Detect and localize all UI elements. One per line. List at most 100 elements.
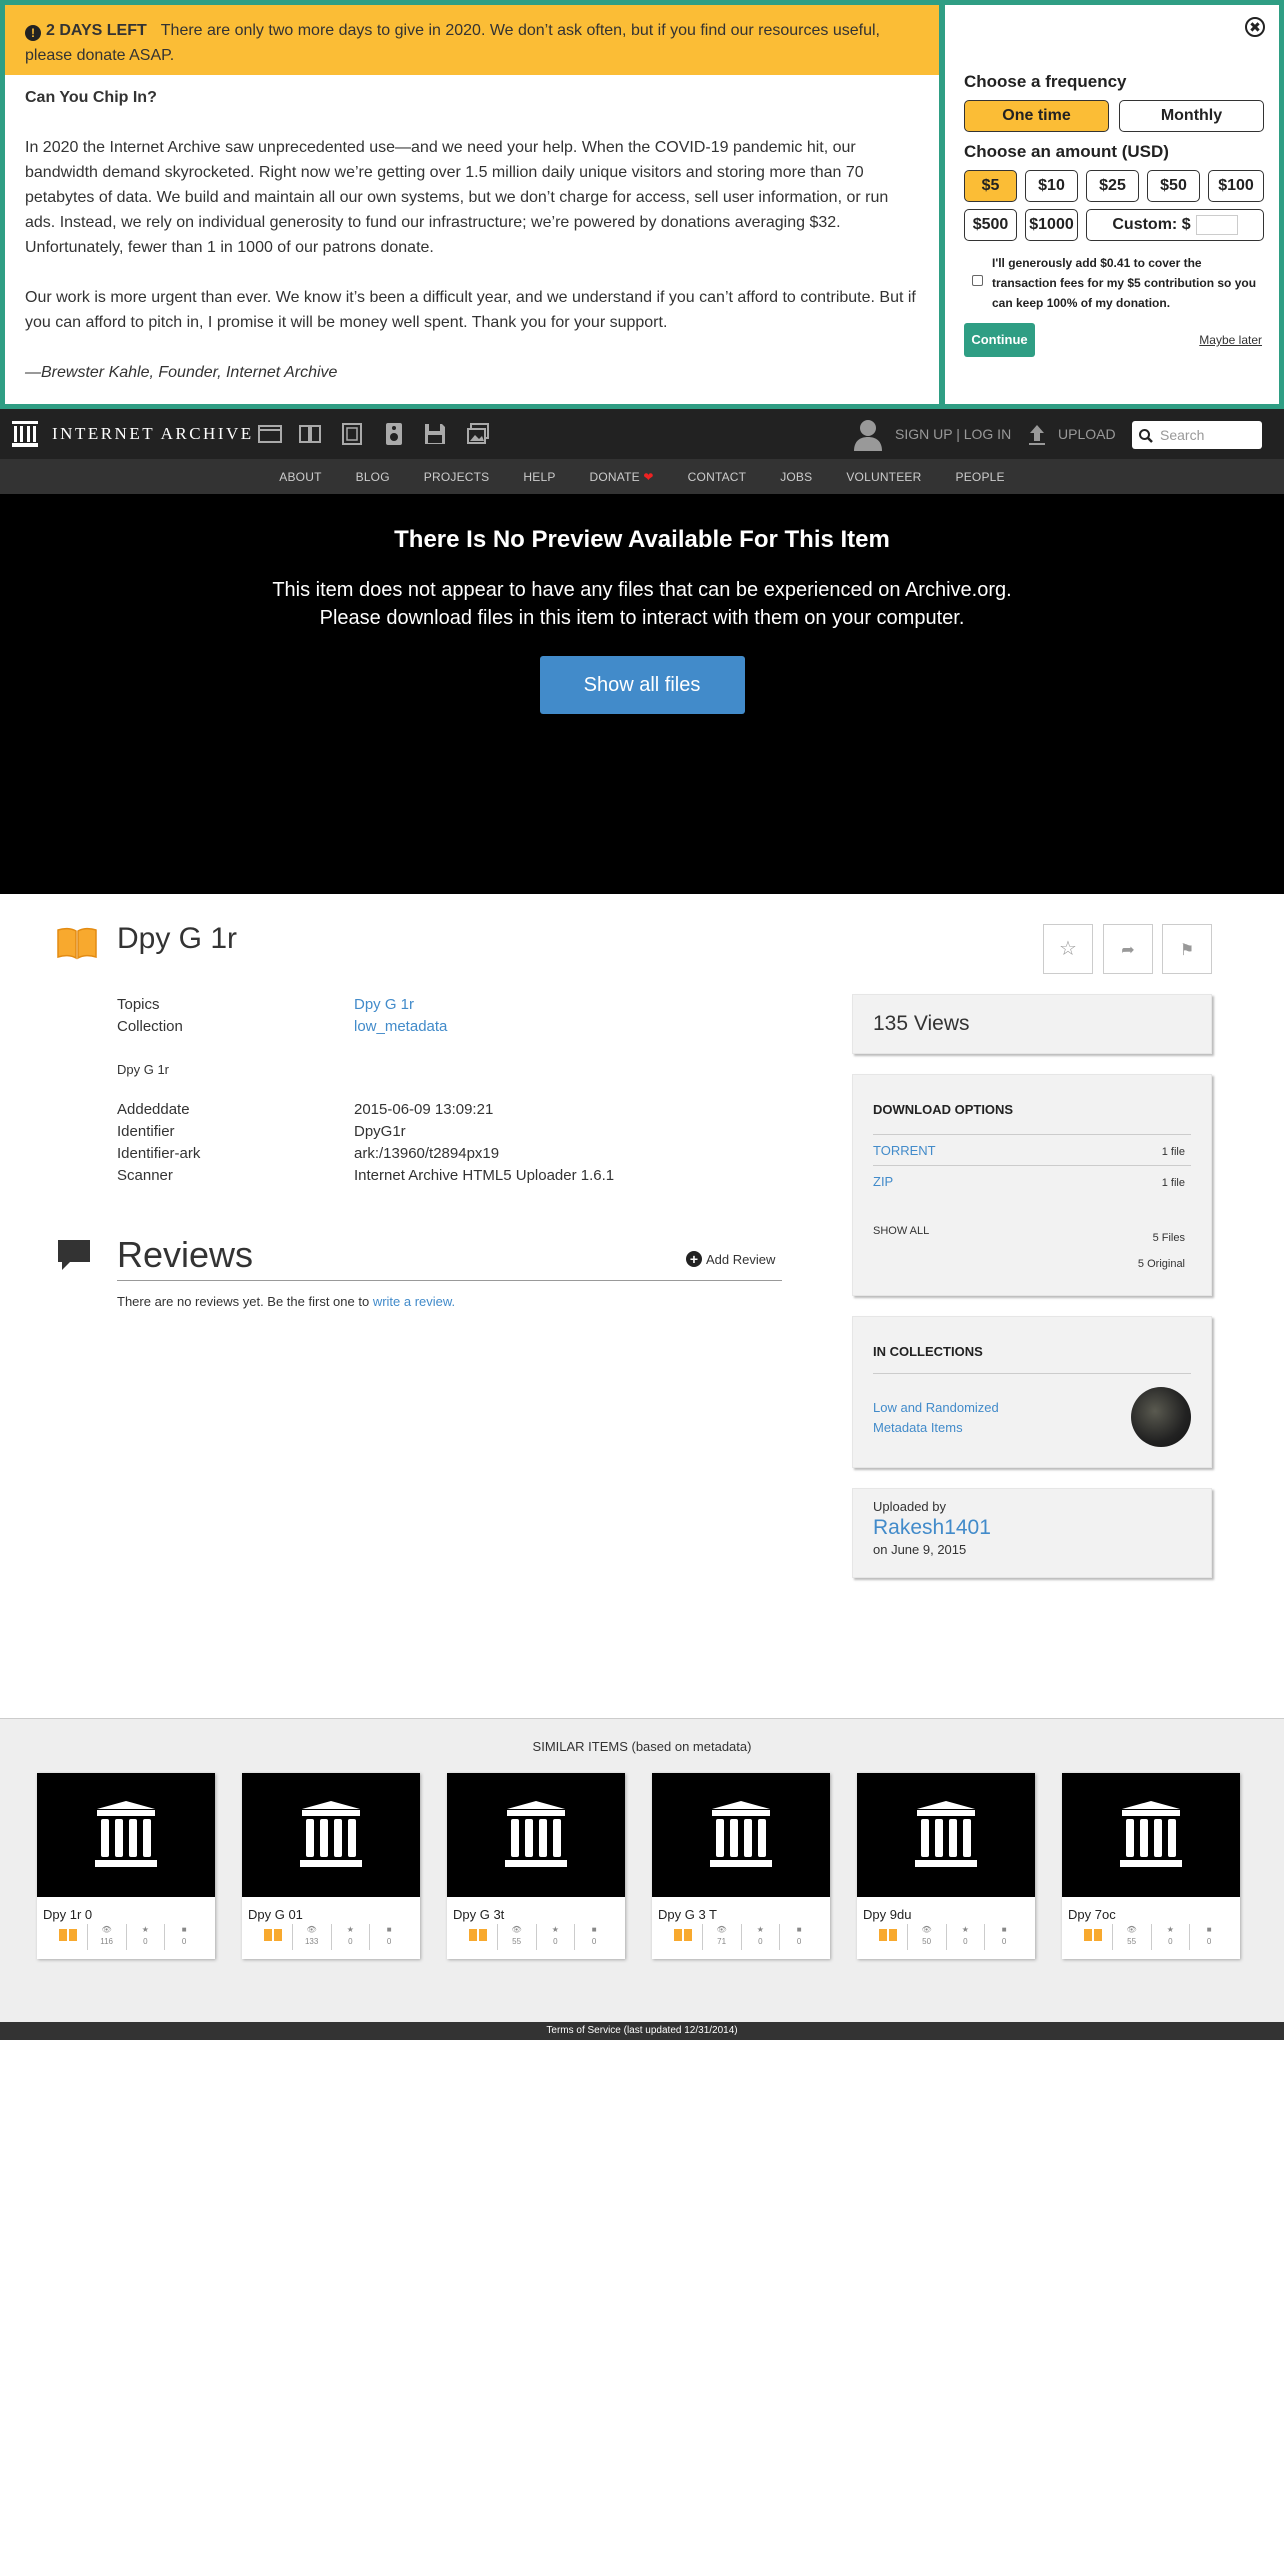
similar-item-views-count: 133 [304, 1937, 319, 1946]
nav-projects[interactable]: PROJECTS [424, 470, 490, 484]
similar-item-title[interactable]: Dpy G 3 T [652, 1897, 830, 1924]
similar-item-tile[interactable]: Dpy 1r 0 👁 116 ★ 0 ■ 0 [37, 1773, 215, 1959]
similar-item-views: 👁 71 [703, 1924, 742, 1950]
similar-item-thumbnail[interactable] [447, 1773, 625, 1897]
custom-amount-input[interactable] [1195, 214, 1238, 235]
texts-icon[interactable] [298, 422, 322, 446]
nav-volunteer[interactable]: VOLUNTEER [846, 470, 921, 484]
amount-100-button[interactable]: $100 [1208, 170, 1264, 202]
cover-fees-checkbox[interactable] [972, 275, 983, 286]
audio-icon[interactable] [382, 422, 406, 446]
amount-500-button[interactable]: $500 [964, 209, 1017, 241]
similar-item-thumbnail[interactable] [1062, 1773, 1240, 1897]
video-icon[interactable] [340, 422, 364, 446]
add-review-button[interactable]: + Add Review [686, 1251, 775, 1267]
similar-item-tile[interactable]: Dpy G 3t 👁 55 ★ 0 ■ 0 [447, 1773, 625, 1959]
download-torrent-link[interactable]: TORRENT [873, 1143, 936, 1158]
show-all-files-button[interactable]: Show all files [539, 656, 745, 714]
similar-item-tile[interactable]: Dpy G 3 T 👁 71 ★ 0 ■ 0 [652, 1773, 830, 1959]
show-all-downloads-link[interactable]: SHOW ALL [873, 1225, 929, 1237]
similar-item-tile[interactable]: Dpy 9du 👁 50 ★ 0 ■ 0 [857, 1773, 1035, 1959]
nav-donate[interactable]: DONATE ❤ [590, 470, 654, 484]
nav-about[interactable]: ABOUT [279, 470, 321, 484]
amount-10-button[interactable]: $10 [1025, 170, 1078, 202]
similar-item-reviews-count: 0 [796, 1937, 802, 1946]
similar-item-views: 👁 116 [88, 1924, 127, 1950]
frequency-one-time-button[interactable]: One time [964, 100, 1109, 132]
frequency-monthly-button[interactable]: Monthly [1119, 100, 1264, 132]
nav-people[interactable]: PEOPLE [956, 470, 1005, 484]
similar-item-views-count: 71 [717, 1937, 727, 1946]
similar-item-views: 👁 133 [293, 1924, 332, 1950]
similar-item-title[interactable]: Dpy 1r 0 [37, 1897, 215, 1924]
alert-icon: ! [25, 25, 41, 41]
similar-item-favs-count: 0 [1168, 1937, 1173, 1946]
logo-text: INTERNET ARCHIVE [52, 424, 254, 443]
similar-item-thumbnail[interactable] [652, 1773, 830, 1897]
similar-item-title[interactable]: Dpy 9du [857, 1897, 1035, 1924]
similar-item-thumbnail[interactable] [857, 1773, 1035, 1897]
archive-building-icon [710, 1801, 772, 1867]
software-icon[interactable] [423, 422, 447, 446]
archive-building-icon [12, 421, 38, 447]
nav-jobs[interactable]: JOBS [780, 470, 812, 484]
amount-1000-button[interactable]: $1000 [1025, 209, 1078, 241]
similar-items-heading: SIMILAR ITEMS (based on metadata) [532, 1739, 752, 1754]
nav-contact[interactable]: CONTACT [688, 470, 747, 484]
no-reviews-message: There are no reviews yet. Be the first o… [117, 1294, 455, 1309]
continue-button[interactable]: Continue [964, 323, 1035, 357]
upload-icon[interactable] [1028, 423, 1046, 445]
amount-25-button[interactable]: $25 [1086, 170, 1139, 202]
upload-link[interactable]: UPLOAD [1058, 426, 1116, 442]
similar-item-views-count: 55 [512, 1937, 522, 1946]
eye-icon: 👁 [511, 1925, 522, 1934]
flag-button[interactable]: ⚑ [1162, 924, 1212, 974]
uploader-link[interactable]: Rakesh1401 [873, 1516, 1191, 1540]
comment-icon: ■ [1001, 1925, 1007, 1934]
similar-item-favs: ★ 0 [332, 1924, 371, 1950]
download-row-torrent[interactable]: TORRENT 1 file [873, 1134, 1191, 1165]
comment-icon: ■ [796, 1925, 802, 1934]
amount-50-button[interactable]: $50 [1147, 170, 1200, 202]
similar-item-title[interactable]: Dpy G 01 [242, 1897, 420, 1924]
web-icon[interactable] [258, 422, 282, 446]
similar-item-stats: 👁 71 ★ 0 ■ 0 [664, 1924, 818, 1950]
share-button[interactable]: ➦ [1103, 924, 1153, 974]
add-review-label: Add Review [706, 1251, 776, 1267]
download-zip-link[interactable]: ZIP [873, 1174, 893, 1189]
maybe-later-link[interactable]: Maybe later [1199, 333, 1262, 347]
star-icon: ★ [346, 1925, 354, 1934]
close-banner-button[interactable]: ✖ [1245, 17, 1265, 37]
collection-thumbnail[interactable] [1131, 1387, 1191, 1447]
similar-item-reviews: ■ 0 [370, 1924, 408, 1950]
similar-item-title[interactable]: Dpy 7oc [1062, 1897, 1240, 1924]
topics-link[interactable]: Dpy G 1r [354, 996, 414, 1013]
sub-navigation: ABOUT BLOG PROJECTS HELP DONATE ❤ CONTAC… [0, 459, 1284, 494]
search-icon [1139, 429, 1153, 443]
nav-help[interactable]: HELP [523, 470, 555, 484]
terms-of-service-link[interactable]: Terms of Service (last updated 12/31/201… [546, 2025, 737, 2036]
custom-amount-field[interactable]: Custom: $ [1086, 209, 1264, 241]
nav-blog[interactable]: BLOG [356, 470, 390, 484]
reviews-heading: Reviews [117, 1234, 254, 1275]
amount-5-button[interactable]: $5 [964, 170, 1017, 202]
similar-item-reviews: ■ 0 [575, 1924, 613, 1950]
site-logo[interactable]: INTERNET ARCHIVE [12, 421, 254, 447]
flag-icon: ⚑ [1179, 942, 1195, 959]
signup-login-link[interactable]: SIGN UP | LOG IN [895, 426, 1011, 442]
similar-item-tile[interactable]: Dpy 7oc 👁 55 ★ 0 ■ 0 [1062, 1773, 1240, 1959]
images-icon[interactable] [466, 422, 490, 446]
collection-link[interactable]: low_metadata [354, 1018, 447, 1035]
collection-item-link[interactable]: Low and Randomized Metadata Items [873, 1398, 1053, 1438]
download-row-zip[interactable]: ZIP 1 file [873, 1165, 1191, 1196]
similar-item-views: 👁 55 [498, 1924, 537, 1950]
favorite-button[interactable]: ☆ [1043, 924, 1093, 974]
similar-item-type [869, 1924, 908, 1950]
write-review-link[interactable]: write a review. [373, 1294, 455, 1309]
similar-item-thumbnail[interactable] [37, 1773, 215, 1897]
similar-item-reviews: ■ 0 [780, 1924, 818, 1950]
user-icon[interactable] [853, 419, 883, 451]
similar-item-thumbnail[interactable] [242, 1773, 420, 1897]
similar-item-tile[interactable]: Dpy G 01 👁 133 ★ 0 ■ 0 [242, 1773, 420, 1959]
similar-item-title[interactable]: Dpy G 3t [447, 1897, 625, 1924]
